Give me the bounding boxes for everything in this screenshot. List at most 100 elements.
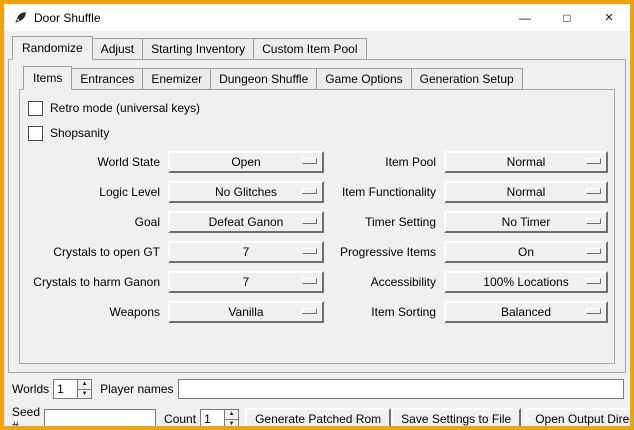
maximize-icon: □ bbox=[563, 11, 570, 25]
seed-input[interactable] bbox=[44, 409, 156, 429]
item-functionality-dropdown[interactable]: Normal bbox=[444, 181, 608, 203]
tab-starting-inventory[interactable]: Starting Inventory bbox=[142, 38, 254, 60]
title-bar[interactable]: Door Shuffle — □ × bbox=[4, 4, 630, 31]
item-sorting-value: Balanced bbox=[501, 305, 551, 319]
player-names-label: Player names bbox=[100, 382, 173, 396]
timer-setting-dropdown[interactable]: No Timer bbox=[444, 211, 608, 233]
goal-label: Goal bbox=[26, 215, 160, 229]
menu-indicator-icon bbox=[586, 308, 601, 314]
logic-level-label: Logic Level bbox=[26, 185, 160, 199]
spin-up-icon[interactable]: ▲ bbox=[224, 409, 239, 420]
world-state-dropdown[interactable]: Open bbox=[168, 151, 324, 173]
count-spin-arrows: ▲ ▼ bbox=[224, 409, 239, 429]
count-spinbox[interactable]: ▲ ▼ bbox=[200, 409, 239, 429]
menu-indicator-icon bbox=[586, 218, 601, 224]
count-label: Count bbox=[164, 412, 196, 426]
tab-randomize[interactable]: Randomize bbox=[12, 36, 93, 60]
accessibility-label: Accessibility bbox=[332, 275, 436, 289]
player-names-input[interactable] bbox=[178, 379, 625, 399]
open-output-button[interactable]: Open Output Directory bbox=[525, 408, 634, 430]
worlds-row: Worlds ▲ ▼ Player names bbox=[12, 379, 624, 399]
goal-value: Defeat Ganon bbox=[209, 215, 284, 229]
item-sorting-label: Item Sorting bbox=[332, 305, 436, 319]
save-settings-button[interactable]: Save Settings to File bbox=[391, 408, 521, 430]
menu-indicator-icon bbox=[586, 158, 601, 164]
accessibility-dropdown[interactable]: 100% Locations bbox=[444, 271, 608, 293]
weapons-value: Vanilla bbox=[228, 305, 263, 319]
menu-indicator-icon bbox=[302, 188, 317, 194]
seed-label: Seed # bbox=[12, 405, 40, 430]
weapons-dropdown[interactable]: Vanilla bbox=[168, 301, 324, 323]
tab-generation-setup[interactable]: Generation Setup bbox=[411, 68, 523, 90]
worlds-spinbox[interactable]: ▲ ▼ bbox=[53, 379, 92, 399]
randomize-pane: Items Entrances Enemizer Dungeon Shuffle… bbox=[8, 59, 626, 373]
item-functionality-value: Normal bbox=[507, 185, 546, 199]
outer-tab-bar: Randomize Adjust Starting Inventory Cust… bbox=[12, 36, 630, 59]
weapons-label: Weapons bbox=[26, 305, 160, 319]
worlds-spin-arrows: ▲ ▼ bbox=[77, 379, 92, 399]
spin-down-icon[interactable]: ▼ bbox=[224, 420, 239, 430]
world-state-value: Open bbox=[231, 155, 260, 169]
item-functionality-label: Item Functionality bbox=[332, 185, 436, 199]
accessibility-value: 100% Locations bbox=[483, 275, 568, 289]
window: Door Shuffle — □ × Randomize Adjust Star… bbox=[0, 0, 634, 430]
menu-indicator-icon bbox=[586, 278, 601, 284]
tab-entrances[interactable]: Entrances bbox=[71, 68, 143, 90]
window-title: Door Shuffle bbox=[34, 11, 101, 25]
shopsanity-row[interactable]: Shopsanity bbox=[28, 123, 614, 143]
item-pool-dropdown[interactable]: Normal bbox=[444, 151, 608, 173]
retro-mode-row[interactable]: Retro mode (universal keys) bbox=[28, 98, 614, 118]
options-grid: World State Open Item Pool Normal Logic … bbox=[26, 151, 614, 323]
crystals-gt-label: Crystals to open GT bbox=[26, 245, 160, 259]
close-button[interactable]: × bbox=[588, 4, 630, 31]
window-controls: — □ × bbox=[504, 4, 630, 31]
shopsanity-checkbox[interactable] bbox=[28, 126, 43, 141]
goal-dropdown[interactable]: Defeat Ganon bbox=[168, 211, 324, 233]
spin-down-icon[interactable]: ▼ bbox=[77, 390, 92, 400]
item-sorting-dropdown[interactable]: Balanced bbox=[444, 301, 608, 323]
tab-enemizer[interactable]: Enemizer bbox=[142, 68, 211, 90]
spin-up-icon[interactable]: ▲ bbox=[77, 379, 92, 390]
menu-indicator-icon bbox=[586, 188, 601, 194]
items-pane: Retro mode (universal keys) Shopsanity W… bbox=[19, 89, 615, 364]
progressive-items-label: Progressive Items bbox=[332, 245, 436, 259]
shopsanity-label: Shopsanity bbox=[50, 126, 109, 140]
minimize-icon: — bbox=[519, 11, 531, 25]
menu-indicator-icon bbox=[302, 218, 317, 224]
crystals-ganon-value: 7 bbox=[243, 275, 250, 289]
menu-indicator-icon bbox=[302, 158, 317, 164]
progressive-items-value: On bbox=[518, 245, 534, 259]
maximize-button[interactable]: □ bbox=[546, 4, 588, 31]
menu-indicator-icon bbox=[302, 308, 317, 314]
crystals-gt-value: 7 bbox=[243, 245, 250, 259]
worlds-input[interactable] bbox=[53, 379, 77, 399]
generate-rom-button[interactable]: Generate Patched Rom bbox=[245, 408, 391, 430]
retro-mode-label: Retro mode (universal keys) bbox=[50, 101, 200, 115]
crystals-gt-dropdown[interactable]: 7 bbox=[168, 241, 324, 263]
tab-game-options[interactable]: Game Options bbox=[316, 68, 411, 90]
progressive-items-dropdown[interactable]: On bbox=[444, 241, 608, 263]
menu-indicator-icon bbox=[302, 278, 317, 284]
footer: Worlds ▲ ▼ Player names Seed # Count ▲ ▼ bbox=[4, 373, 630, 430]
crystals-ganon-label: Crystals to harm Ganon bbox=[26, 275, 160, 289]
count-input[interactable] bbox=[200, 409, 224, 429]
item-pool-label: Item Pool bbox=[332, 155, 436, 169]
tab-dungeon-shuffle[interactable]: Dungeon Shuffle bbox=[210, 68, 317, 90]
tab-items[interactable]: Items bbox=[23, 66, 72, 90]
app-icon bbox=[12, 10, 28, 26]
retro-mode-checkbox[interactable] bbox=[28, 101, 43, 116]
minimize-button[interactable]: — bbox=[504, 4, 546, 31]
close-icon: × bbox=[605, 9, 614, 26]
item-pool-value: Normal bbox=[507, 155, 546, 169]
crystals-ganon-dropdown[interactable]: 7 bbox=[168, 271, 324, 293]
tab-custom-item-pool[interactable]: Custom Item Pool bbox=[253, 38, 366, 60]
timer-setting-value: No Timer bbox=[502, 215, 551, 229]
world-state-label: World State bbox=[26, 155, 160, 169]
menu-indicator-icon bbox=[302, 248, 317, 254]
seed-row: Seed # Count ▲ ▼ Generate Patched Rom Sa… bbox=[12, 405, 624, 430]
worlds-label: Worlds bbox=[12, 382, 49, 396]
logic-level-dropdown[interactable]: No Glitches bbox=[168, 181, 324, 203]
timer-setting-label: Timer Setting bbox=[332, 215, 436, 229]
tab-adjust[interactable]: Adjust bbox=[92, 38, 143, 60]
menu-indicator-icon bbox=[586, 248, 601, 254]
